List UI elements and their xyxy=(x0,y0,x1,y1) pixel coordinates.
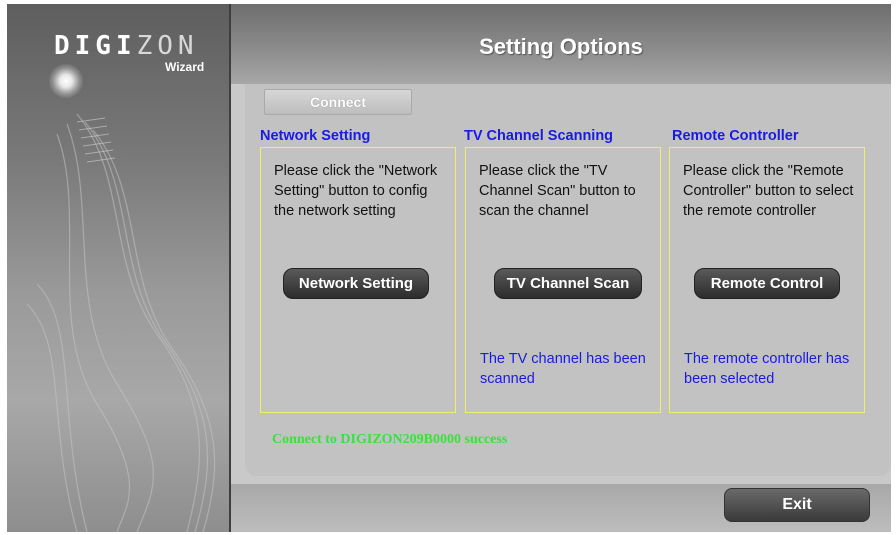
section-title-tv-channel: TV Channel Scanning xyxy=(464,128,614,144)
panel-status-text: The TV channel has been scanned xyxy=(480,351,646,387)
panel-description: Please click the "Network Setting" butto… xyxy=(274,163,438,219)
sidebar-decoration: DIGIZON Wizard xyxy=(7,4,229,532)
header-bar: Setting Options xyxy=(231,4,891,84)
panel-description: Please click the "Remote Controller" but… xyxy=(683,163,854,219)
panel-network-setting: Please click the "Network Setting" butto… xyxy=(260,147,456,413)
light-glow xyxy=(49,64,83,98)
connection-status-message: Connect to DIGIZON209B0000 success xyxy=(272,432,508,447)
section-title-network: Network Setting xyxy=(260,128,371,144)
exit-button[interactable]: Exit xyxy=(724,488,870,522)
logo-main: DIGI xyxy=(54,31,137,61)
panel-description: Please click the "TV Channel Scan" butto… xyxy=(479,163,636,219)
panel-status-text: The remote controller has been selected xyxy=(684,351,850,387)
tv-channel-scan-button[interactable]: TV Channel Scan xyxy=(494,268,642,299)
tab-connect[interactable]: Connect xyxy=(264,89,412,115)
decorative-swirl-graphic xyxy=(26,113,216,532)
panel-tv-channel-scanning: Please click the "TV Channel Scan" butto… xyxy=(465,147,661,413)
logo-accent: ZON xyxy=(136,31,199,61)
section-title-remote: Remote Controller xyxy=(672,128,799,144)
network-setting-button[interactable]: Network Setting xyxy=(283,268,429,299)
remote-control-button[interactable]: Remote Control xyxy=(694,268,840,299)
panel-remote-controller: Please click the "Remote Controller" but… xyxy=(669,147,865,413)
digizon-logo: DIGIZON xyxy=(54,31,199,61)
logo-subtitle: Wizard xyxy=(165,60,205,74)
page-title: Setting Options xyxy=(479,34,643,59)
